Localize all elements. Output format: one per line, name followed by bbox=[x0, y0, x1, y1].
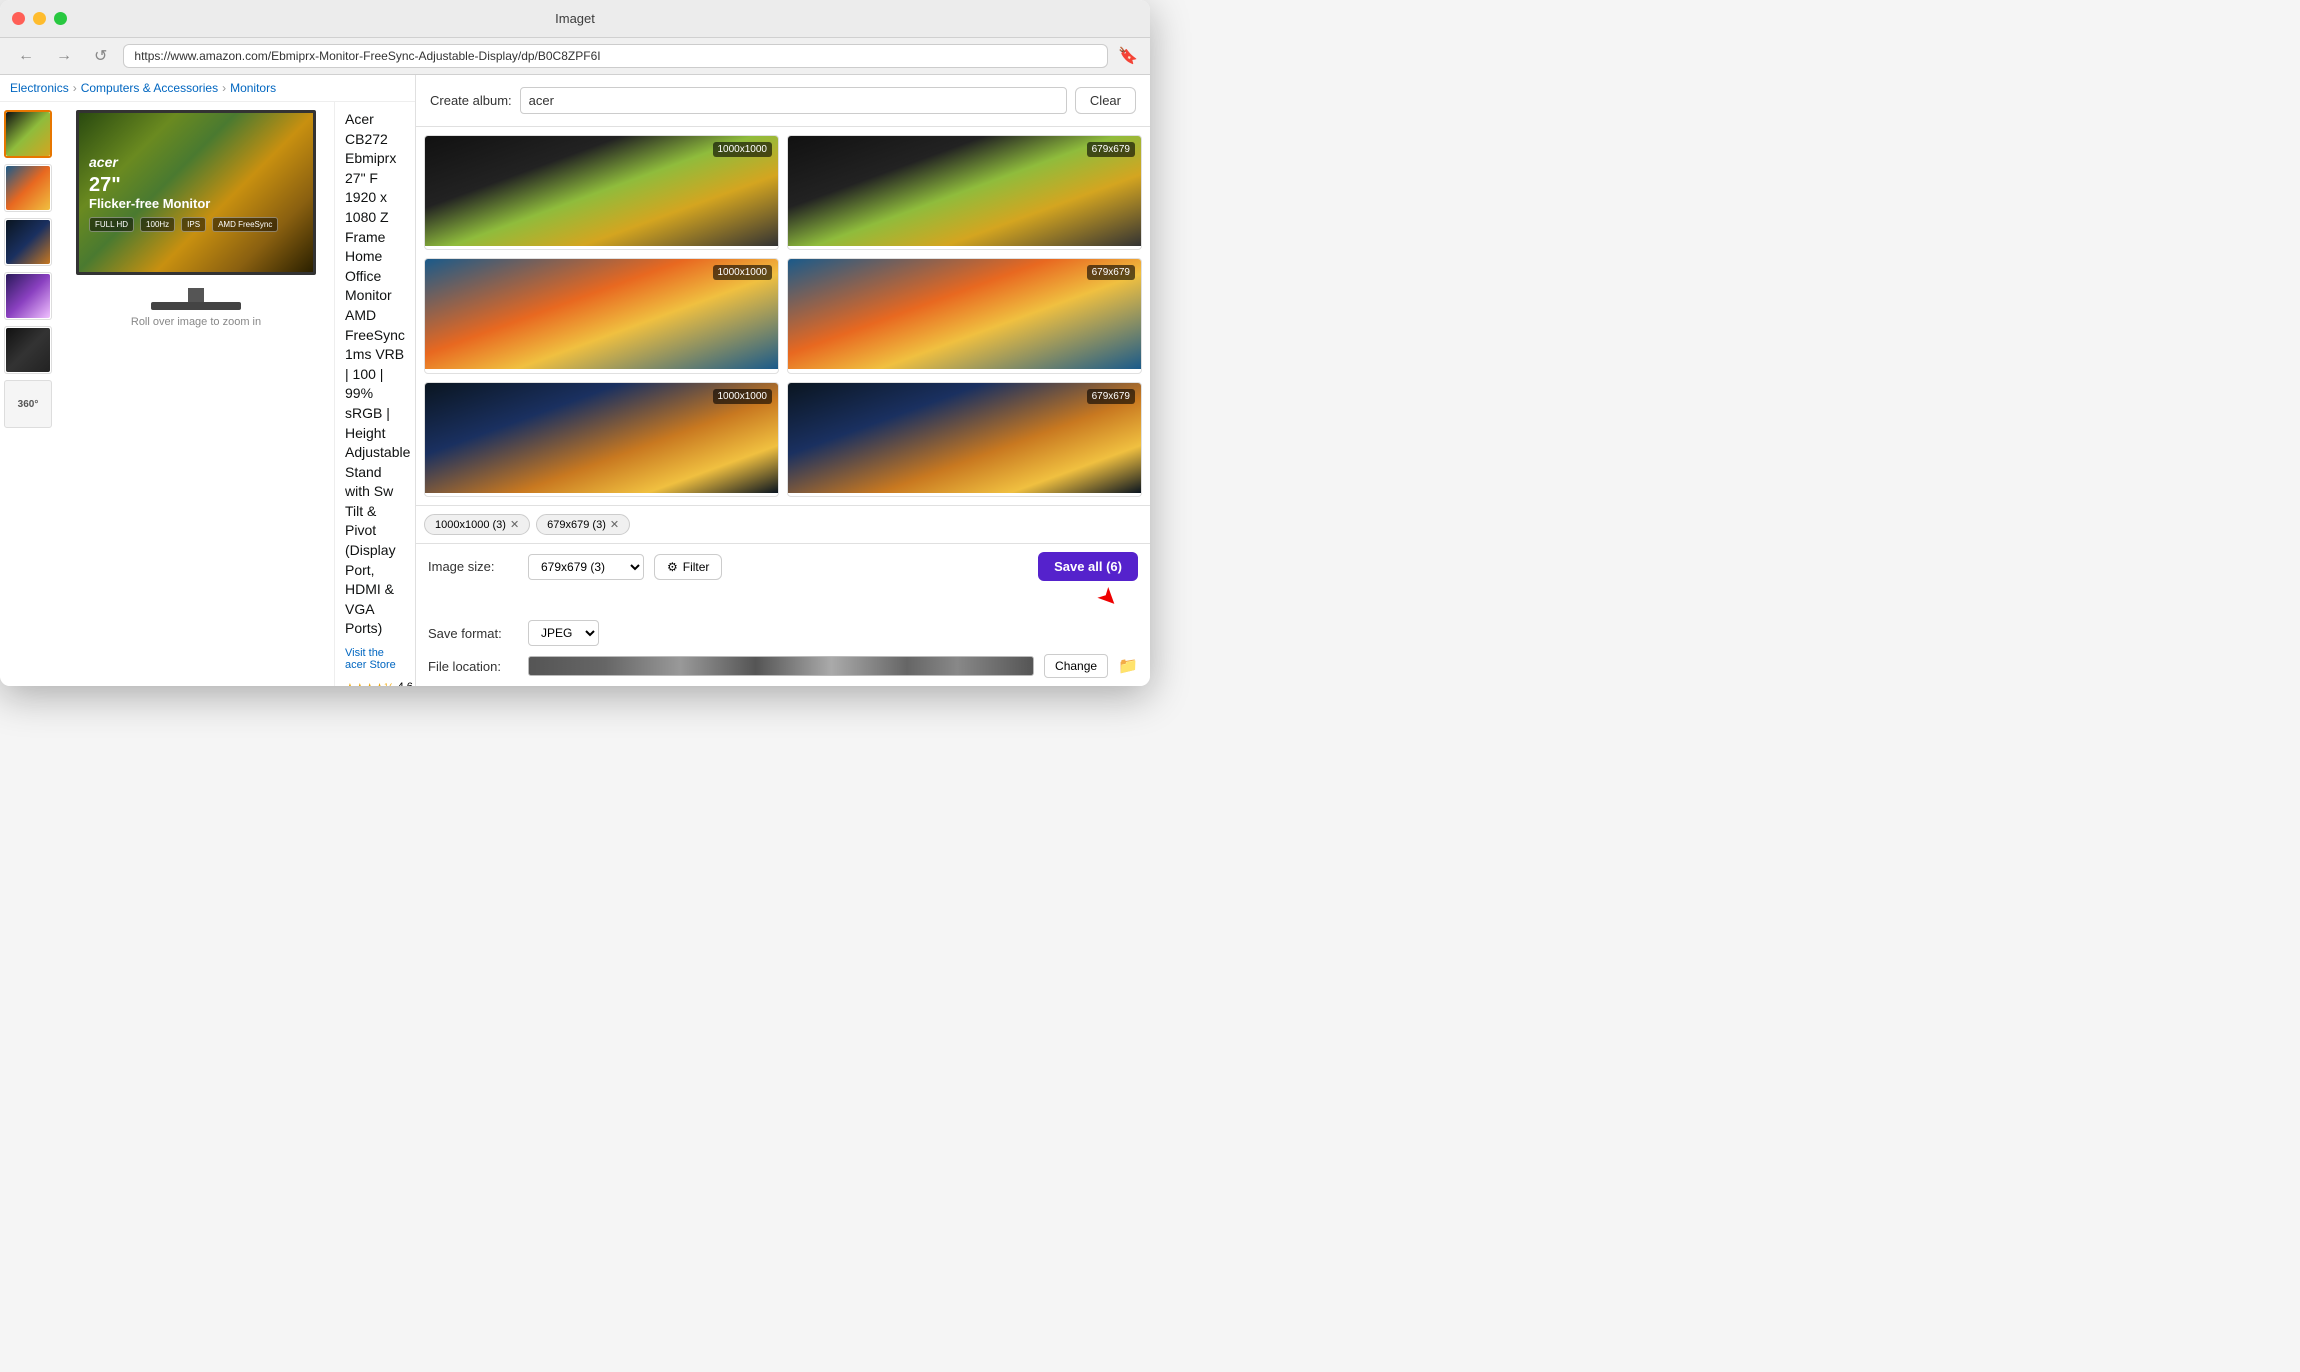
clear-button[interactable]: Clear bbox=[1075, 87, 1136, 114]
file-location-label: File location: bbox=[428, 659, 518, 674]
monitor-brand: acer bbox=[89, 154, 303, 170]
image-filename-1: 61mRAwIEgmL._AC_SL1000_.jpg ✎ bbox=[425, 246, 778, 250]
window-title: Imaget bbox=[555, 11, 595, 26]
titlebar: Imaget bbox=[0, 0, 1150, 38]
image-filename-2: 61mRAwIEgmL._AC_SX679_.jpg ✎ bbox=[788, 246, 1141, 250]
thumbnail-5[interactable] bbox=[4, 326, 52, 374]
file-location-row: File location: Change 📁 bbox=[428, 654, 1138, 678]
reload-button[interactable]: ↺ bbox=[88, 44, 113, 68]
thumbnail-360[interactable]: 360° bbox=[4, 380, 52, 428]
filter-label: Filter bbox=[683, 560, 710, 574]
image-thumb-6: 679x679 bbox=[788, 383, 1141, 493]
chip-1000-label: 1000x1000 (3) bbox=[435, 519, 506, 531]
size-badge-2: 679x679 bbox=[1087, 142, 1135, 157]
forward-button[interactable]: → bbox=[50, 45, 78, 67]
browser-content: Electronics › Computers & Accessories › … bbox=[0, 75, 415, 686]
chip-679-label: 679x679 (3) bbox=[547, 519, 606, 531]
filter-button[interactable]: ⚙ Filter bbox=[654, 554, 722, 580]
image-card-5: 1000x1000 city_img_1000.jpg Save bbox=[424, 382, 779, 497]
arrow-indicator: ➤ bbox=[1091, 580, 1126, 615]
badge-freesync: AMD FreeSync bbox=[212, 217, 278, 232]
image-size-row: Image size: 679x679 (3) 1000x1000 (3) Al… bbox=[428, 552, 1138, 581]
chip-1000: 1000x1000 (3) ✕ bbox=[424, 514, 530, 535]
rating-value: 4.6 bbox=[398, 681, 413, 686]
panel-header: Create album: Clear bbox=[416, 75, 1150, 127]
chip-1000-remove[interactable]: ✕ bbox=[510, 518, 519, 531]
image-filename-5: city_img_1000.jpg bbox=[425, 493, 778, 497]
breadcrumb-electronics[interactable]: Electronics bbox=[10, 81, 69, 95]
chip-679-remove[interactable]: ✕ bbox=[610, 518, 619, 531]
product-main-image: acer 27" Flicker-free Monitor FULL HD 10… bbox=[66, 110, 326, 310]
image-thumb-3: 1000x1000 bbox=[425, 259, 778, 369]
close-button[interactable] bbox=[12, 12, 25, 25]
monitor-size-text: 27" bbox=[89, 174, 303, 196]
zoom-hint: Roll over image to zoom in bbox=[131, 316, 261, 328]
image-grid: 1000x1000 61mRAwIEgmL._AC_SL1000_.jpg ✎ … bbox=[416, 127, 1150, 505]
badge-ips: IPS bbox=[181, 217, 206, 232]
file-path-display bbox=[528, 656, 1034, 676]
image-size-label: Image size: bbox=[428, 559, 518, 574]
save-all-button[interactable]: Save all (6) bbox=[1038, 552, 1138, 581]
minimize-button[interactable] bbox=[33, 12, 46, 25]
breadcrumb-monitors[interactable]: Monitors bbox=[230, 81, 276, 95]
format-select[interactable]: JPEG PNG WebP bbox=[528, 620, 599, 646]
thumbnail-3[interactable] bbox=[4, 218, 52, 266]
image-card-1: 1000x1000 61mRAwIEgmL._AC_SL1000_.jpg ✎ … bbox=[424, 135, 779, 250]
thumbnail-4[interactable] bbox=[4, 272, 52, 320]
size-badge-4: 679x679 bbox=[1087, 265, 1135, 280]
image-card-2: 679x679 61mRAwIEgmL._AC_SX679_.jpg ✎ Sav… bbox=[787, 135, 1142, 250]
star-rating: ★★★★½ bbox=[345, 681, 394, 686]
panel-bottom: Image size: 679x679 (3) 1000x1000 (3) Al… bbox=[416, 543, 1150, 686]
thumbnail-2[interactable] bbox=[4, 164, 52, 212]
main-content: Electronics › Computers & Accessories › … bbox=[0, 75, 1150, 686]
thumbnail-1[interactable] bbox=[4, 110, 52, 158]
chip-679: 679x679 (3) ✕ bbox=[536, 514, 630, 535]
monitor-stand-base bbox=[151, 302, 241, 310]
image-card-4: 679x679 61i4SgMsAaL._AC_SX679_.jpg ✎ Sav… bbox=[787, 258, 1142, 373]
app-window: Imaget ← → ↺ 🔖 Electronics › Computers &… bbox=[0, 0, 1150, 686]
album-input[interactable] bbox=[520, 87, 1067, 114]
imaget-panel: Create album: Clear 1000x1000 61mRAwIEgm… bbox=[415, 75, 1150, 686]
product-description: Acer CB272 Ebmiprx 27" F 1920 x 1080 Z F… bbox=[334, 102, 415, 686]
image-filename-3: 61i4SgMsAaL._AC_SL1000_.jpg ✎ bbox=[425, 369, 778, 373]
image-card-6: 679x679 city_img_679.jpg Save bbox=[787, 382, 1142, 497]
size-badge-3: 1000x1000 bbox=[713, 265, 773, 280]
share-button[interactable]: 🔖 bbox=[1118, 46, 1138, 66]
url-bar[interactable] bbox=[123, 44, 1108, 68]
product-image-area: acer 27" Flicker-free Monitor FULL HD 10… bbox=[58, 102, 334, 686]
maximize-button[interactable] bbox=[54, 12, 67, 25]
image-thumb-4: 679x679 bbox=[788, 259, 1141, 369]
image-thumb-5: 1000x1000 bbox=[425, 383, 778, 493]
size-badge-1: 1000x1000 bbox=[713, 142, 773, 157]
product-area: 360° acer 27" Flicker-free Monitor bbox=[0, 102, 415, 686]
image-filename-6: city_img_679.jpg bbox=[788, 493, 1141, 497]
filter-chips: 1000x1000 (3) ✕ 679x679 (3) ✕ bbox=[416, 505, 1150, 543]
image-card-3: 1000x1000 61i4SgMsAaL._AC_SL1000_.jpg ✎ … bbox=[424, 258, 779, 373]
save-format-label: Save format: bbox=[428, 626, 518, 641]
back-button[interactable]: ← bbox=[12, 45, 40, 67]
traffic-lights bbox=[12, 12, 67, 25]
folder-button[interactable]: 📁 bbox=[1118, 656, 1138, 676]
filter-icon: ⚙ bbox=[667, 560, 678, 574]
change-button[interactable]: Change bbox=[1044, 654, 1108, 678]
image-thumb-1: 1000x1000 bbox=[425, 136, 778, 246]
thumbnail-list: 360° bbox=[0, 102, 58, 686]
browser-toolbar: ← → ↺ 🔖 bbox=[0, 38, 1150, 75]
product-title: Acer CB272 Ebmiprx 27" F 1920 x 1080 Z F… bbox=[345, 110, 405, 639]
breadcrumb: Electronics › Computers & Accessories › … bbox=[0, 75, 415, 102]
album-label: Create album: bbox=[430, 93, 512, 108]
badge-100hz: 100Hz bbox=[140, 217, 175, 232]
image-thumb-2: 679x679 bbox=[788, 136, 1141, 246]
image-filename-4: 61i4SgMsAaL._AC_SX679_.jpg ✎ bbox=[788, 369, 1141, 373]
breadcrumb-computers[interactable]: Computers & Accessories bbox=[81, 81, 218, 95]
size-badge-5: 1000x1000 bbox=[713, 389, 773, 404]
size-badge-6: 679x679 bbox=[1087, 389, 1135, 404]
badge-fullhd: FULL HD bbox=[89, 217, 134, 232]
monitor-subtitle: Flicker-free Monitor bbox=[89, 196, 303, 211]
store-link[interactable]: Visit the acer Store bbox=[345, 647, 405, 671]
image-size-select[interactable]: 679x679 (3) 1000x1000 (3) All sizes bbox=[528, 554, 644, 580]
save-format-row: Save format: JPEG PNG WebP bbox=[428, 620, 1138, 646]
